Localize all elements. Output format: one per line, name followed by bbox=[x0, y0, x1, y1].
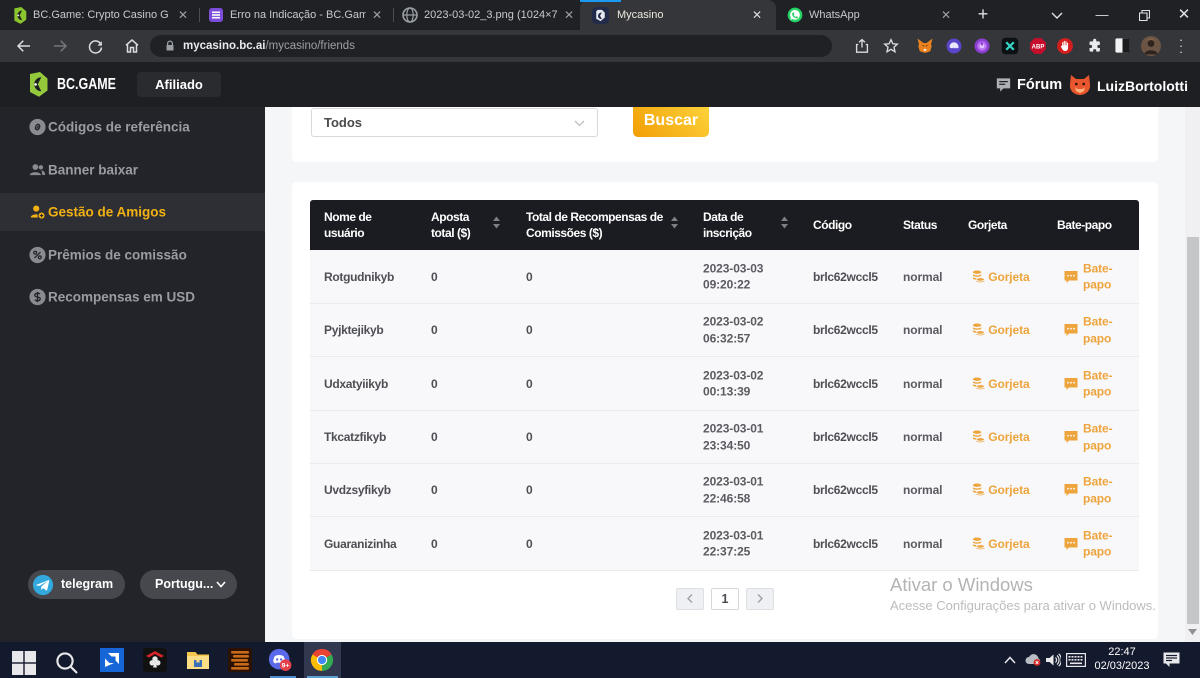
svg-text:ABP: ABP bbox=[1032, 45, 1045, 51]
svg-text:9+: 9+ bbox=[282, 663, 290, 670]
